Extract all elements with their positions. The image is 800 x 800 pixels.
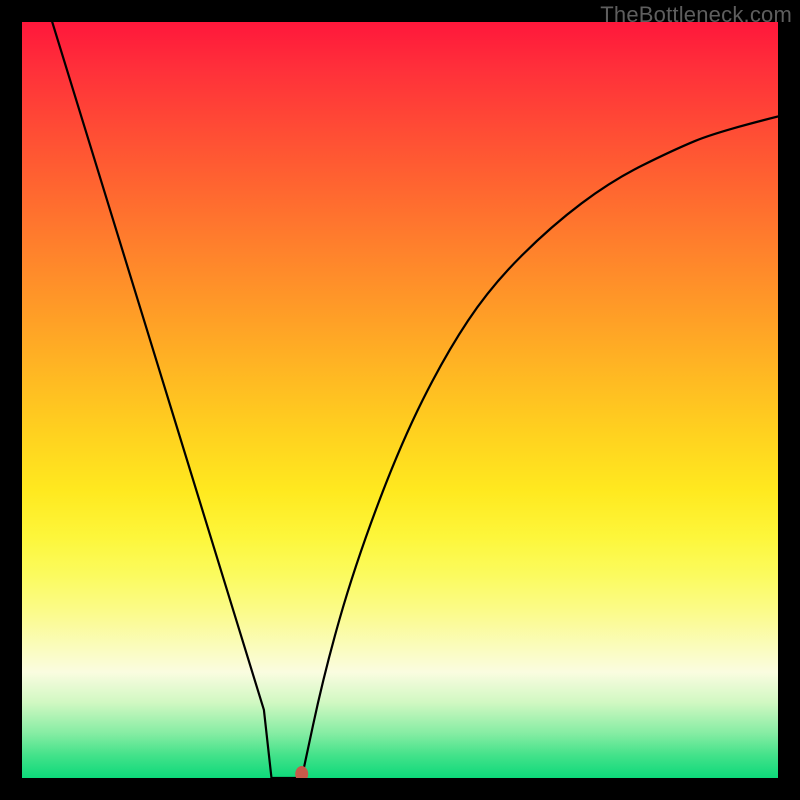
plot-svg	[22, 22, 778, 778]
chart-frame: TheBottleneck.com	[0, 0, 800, 800]
optimum-marker	[295, 766, 308, 778]
bottleneck-curve	[52, 22, 778, 778]
plot-area	[22, 22, 778, 778]
watermark-text: TheBottleneck.com	[600, 2, 792, 28]
